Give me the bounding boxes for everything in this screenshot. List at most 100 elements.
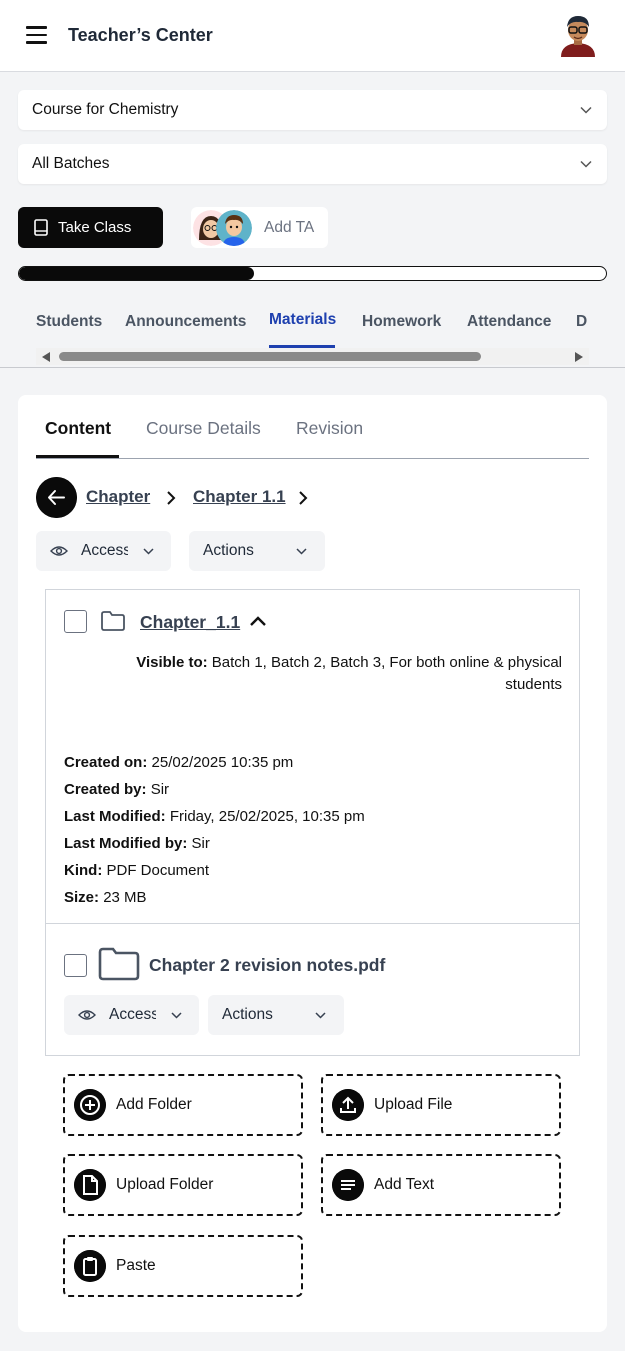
divider	[46, 923, 579, 924]
meta-row: Size: 23 MB	[64, 884, 365, 911]
take-class-label: Take Class	[58, 219, 132, 236]
user-avatar[interactable]	[557, 13, 599, 57]
scroll-left-arrow-icon[interactable]	[42, 352, 50, 362]
upload-folder-button[interactable]: Upload Folder	[63, 1154, 303, 1216]
document-icon	[74, 1169, 106, 1201]
meta-label: Created on:	[64, 754, 148, 771]
scroll-right-arrow-icon[interactable]	[575, 352, 583, 362]
upload-folder-label: Upload Folder	[116, 1176, 214, 1193]
eye-icon	[78, 1010, 96, 1020]
subtab-revision[interactable]: Revision	[296, 418, 363, 439]
meta-label: Created by:	[64, 781, 147, 798]
meta-label: Size:	[64, 889, 100, 906]
meta-row: Last Modified: Friday, 25/02/2025, 10:35…	[64, 803, 365, 830]
tab-announcements[interactable]: Announcements	[125, 313, 246, 331]
section-tabs: Students Announcements Materials Homewor…	[0, 300, 625, 368]
meta-value: Friday, 25/02/2025, 10:35 pm	[169, 808, 365, 825]
add-ta-label: Add TA	[264, 219, 315, 236]
chevron-down-icon	[315, 1012, 326, 1019]
meta-row: Created by: Sir	[64, 776, 365, 803]
chevron-right-icon	[167, 491, 176, 505]
chevron-down-icon	[580, 106, 592, 114]
upload-icon	[332, 1089, 364, 1121]
tab-students[interactable]: Students	[36, 313, 102, 331]
batch-select-value: All Batches	[32, 155, 110, 172]
course-select[interactable]: Course for Chemistry	[18, 90, 607, 130]
progress-fill	[19, 267, 254, 280]
tab-overflow[interactable]: D	[576, 313, 587, 331]
folder-icon	[98, 947, 140, 981]
subtab-course-details[interactable]: Course Details	[146, 418, 261, 439]
meta-value: PDF Document	[106, 862, 210, 879]
meta-value: Sir	[191, 835, 210, 852]
eye-icon	[50, 546, 68, 556]
item-checkbox[interactable]	[64, 610, 87, 633]
materials-card: Content Course Details Revision Chapter …	[18, 395, 607, 1332]
text-lines-icon	[332, 1169, 364, 1201]
course-progress-bar	[18, 266, 607, 281]
upload-file-button[interactable]: Upload File	[321, 1074, 561, 1136]
chevron-right-icon	[299, 491, 308, 505]
item-metadata: Created on: 25/02/2025 10:35 pm Created …	[64, 749, 365, 911]
chevron-down-icon	[296, 548, 307, 555]
course-select-value: Course for Chemistry	[32, 101, 179, 118]
access-label: Access	[109, 1006, 156, 1023]
actions-dropdown[interactable]: Actions	[189, 531, 325, 571]
meta-value: 25/02/2025 10:35 pm	[151, 754, 294, 771]
clipboard-icon	[74, 1250, 106, 1282]
item-title[interactable]: Chapter_1.1	[140, 612, 240, 633]
ta-avatar-male	[216, 210, 252, 246]
chevron-down-icon	[143, 548, 154, 555]
tab-attendance[interactable]: Attendance	[467, 313, 551, 331]
breadcrumb-chapter[interactable]: Chapter	[86, 487, 150, 507]
folder-icon	[101, 611, 125, 631]
chevron-down-icon	[171, 1012, 182, 1019]
materials-list: Chapter_1.1 Visible to: Batch 1, Batch 2…	[45, 589, 580, 1056]
meta-row: Created on: 25/02/2025 10:35 pm	[64, 749, 365, 776]
active-subtab-indicator	[36, 455, 119, 458]
add-folder-button[interactable]: Add Folder	[63, 1074, 303, 1136]
actions-label: Actions	[203, 542, 254, 559]
top-bar: Teacher’s Center	[0, 0, 625, 72]
visible-to-value: Batch 1, Batch 2, Batch 3, For both onli…	[211, 654, 562, 693]
actions-label: Actions	[222, 1006, 273, 1023]
upload-file-label: Upload File	[374, 1096, 453, 1113]
content-subtabs: Content Course Details Revision	[36, 395, 589, 459]
book-icon	[34, 219, 48, 236]
visibility-info: Visible to: Batch 1, Batch 2, Batch 3, F…	[106, 652, 562, 696]
chevron-up-icon[interactable]	[249, 615, 267, 627]
meta-value: Sir	[150, 781, 170, 798]
subtab-content[interactable]: Content	[45, 418, 111, 439]
add-folder-label: Add Folder	[116, 1096, 192, 1113]
back-button[interactable]	[36, 477, 77, 518]
visible-to-label: Visible to:	[136, 654, 208, 671]
app-title: Teacher’s Center	[68, 25, 213, 45]
tab-homework[interactable]: Homework	[362, 313, 441, 331]
meta-label: Kind:	[64, 862, 103, 879]
scrollbar-thumb[interactable]	[59, 352, 481, 361]
add-text-button[interactable]: Add Text	[321, 1154, 561, 1216]
add-ta-button[interactable]: Add TA	[191, 207, 328, 248]
meta-row: Kind: PDF Document	[64, 857, 365, 884]
tabs-scrollbar[interactable]	[36, 348, 589, 365]
access-dropdown[interactable]: Access	[36, 531, 171, 571]
item-title[interactable]: Chapter 2 revision notes.pdf	[149, 955, 385, 976]
actions-dropdown[interactable]: Actions	[208, 995, 344, 1035]
access-dropdown[interactable]: Access	[64, 995, 199, 1035]
hamburger-menu-icon[interactable]	[26, 26, 47, 44]
add-text-label: Add Text	[374, 1176, 435, 1193]
meta-label: Last Modified by:	[64, 835, 188, 852]
paste-label: Paste	[116, 1257, 156, 1274]
tab-materials[interactable]: Materials	[269, 311, 336, 329]
take-class-button[interactable]: Take Class	[18, 207, 163, 248]
access-label: Access	[81, 542, 128, 559]
meta-row: Last Modified by: Sir	[64, 830, 365, 857]
item-checkbox[interactable]	[64, 954, 87, 977]
meta-value: 23 MB	[103, 889, 147, 906]
add-circle-icon	[74, 1089, 106, 1121]
batch-select[interactable]: All Batches	[18, 144, 607, 184]
chevron-down-icon	[580, 160, 592, 168]
meta-label: Last Modified:	[64, 808, 166, 825]
paste-button[interactable]: Paste	[63, 1235, 303, 1297]
breadcrumb-chapter-1-1[interactable]: Chapter 1.1	[193, 487, 286, 507]
